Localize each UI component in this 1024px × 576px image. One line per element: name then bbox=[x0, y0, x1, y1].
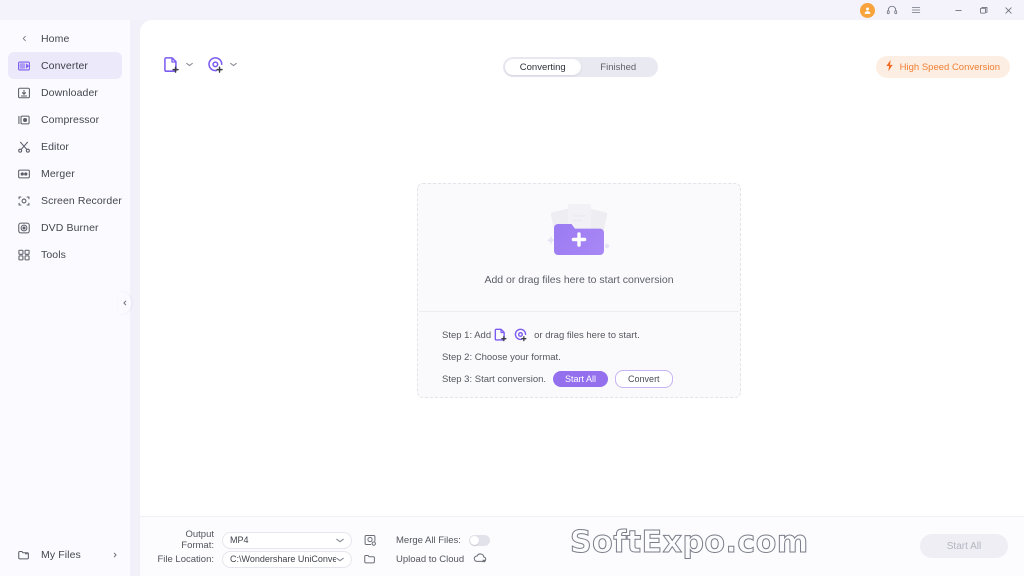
merger-icon bbox=[16, 166, 32, 182]
sidebar-item-screen-recorder[interactable]: Screen Recorder bbox=[8, 187, 122, 214]
tools-icon bbox=[16, 247, 32, 263]
drop-zone-message: Add or drag files here to start conversi… bbox=[484, 274, 674, 286]
converter-icon bbox=[16, 58, 32, 74]
app-window: Home Converter Downloader Compressor Edi… bbox=[0, 0, 1024, 576]
hamburger-menu-icon[interactable] bbox=[908, 3, 923, 18]
upload-to-cloud-label[interactable]: Upload to Cloud bbox=[396, 554, 464, 565]
merge-all-files-toggle[interactable] bbox=[468, 534, 490, 546]
tab-converting[interactable]: Converting bbox=[505, 59, 581, 75]
chevron-down-icon[interactable] bbox=[230, 62, 237, 69]
sidebar-item-dvd-burner[interactable]: DVD Burner bbox=[8, 214, 122, 241]
drop-card[interactable]: Add or drag files here to start conversi… bbox=[417, 183, 741, 398]
steps-list: Step 1: Add or drag files here to start.… bbox=[418, 312, 740, 389]
sidebar-item-label: Editor bbox=[41, 140, 70, 153]
toggle-knob bbox=[469, 535, 479, 545]
open-folder-icon[interactable] bbox=[362, 551, 378, 567]
sidebar-item-label: Home bbox=[41, 32, 70, 45]
sidebar-item-label: Tools bbox=[41, 248, 67, 261]
file-location-value: C:\Wondershare UniConverter 1 bbox=[230, 554, 336, 564]
step-1-prefix: Step 1: Add bbox=[442, 329, 492, 341]
add-disc-button[interactable] bbox=[206, 55, 237, 75]
chevron-left-icon bbox=[16, 31, 32, 47]
file-location-row: File Location: C:\Wondershare UniConvert… bbox=[152, 550, 490, 568]
sidebar-item-my-files[interactable]: My Files bbox=[0, 540, 130, 570]
add-disc-icon bbox=[206, 55, 226, 75]
view-tabs: Converting Finished bbox=[503, 57, 658, 77]
chevron-right-icon bbox=[112, 551, 118, 560]
sidebar-item-label: DVD Burner bbox=[41, 221, 99, 234]
bottom-bar: Output Format: MP4 Merge All Files: File… bbox=[140, 516, 1024, 576]
format-settings-icon[interactable] bbox=[362, 532, 378, 548]
sidebar-item-label: Converter bbox=[41, 59, 89, 72]
sidebar-item-label: Compressor bbox=[41, 113, 100, 126]
sidebar-item-home[interactable]: Home bbox=[8, 25, 122, 52]
output-format-value: MP4 bbox=[230, 535, 249, 545]
drop-zone[interactable]: Add or drag files here to start conversi… bbox=[418, 184, 740, 311]
chevron-down-icon bbox=[336, 554, 344, 564]
tab-finished[interactable]: Finished bbox=[581, 59, 657, 75]
cloud-upload-icon[interactable] bbox=[472, 550, 490, 568]
add-file-button[interactable] bbox=[162, 55, 193, 75]
sidebar-item-tools[interactable]: Tools bbox=[8, 241, 122, 268]
downloader-icon bbox=[16, 85, 32, 101]
step-1-suffix: or drag files here to start. bbox=[534, 329, 640, 341]
chevron-down-icon[interactable] bbox=[186, 62, 193, 69]
sidebar-item-label: Downloader bbox=[41, 86, 99, 99]
folder-plus-illustration bbox=[524, 198, 634, 270]
toolbar: Converting Finished High Speed Conversio… bbox=[140, 20, 1024, 78]
start-all-pill-button[interactable]: Start All bbox=[553, 371, 609, 387]
titlebar bbox=[0, 0, 1024, 20]
sidebar-item-label: Merger bbox=[41, 167, 75, 180]
file-location-select[interactable]: C:\Wondershare UniConverter 1 bbox=[222, 550, 352, 568]
user-avatar-icon[interactable] bbox=[860, 2, 875, 18]
output-format-row: Output Format: MP4 Merge All Files: bbox=[152, 529, 490, 551]
minimize-icon[interactable] bbox=[950, 2, 966, 18]
lightning-bolt-icon bbox=[884, 59, 895, 75]
sidebar-nav: Home Converter Downloader Compressor Edi… bbox=[0, 25, 130, 268]
titlebar-actions bbox=[860, 2, 1016, 18]
editor-icon bbox=[16, 139, 32, 155]
step-3-label: Step 3: Start conversion. bbox=[442, 373, 547, 385]
sidebar-item-downloader[interactable]: Downloader bbox=[8, 79, 122, 106]
step-3: Step 3: Start conversion. Start All Conv… bbox=[442, 369, 716, 389]
sidebar: Home Converter Downloader Compressor Edi… bbox=[0, 20, 130, 576]
output-format-select[interactable]: MP4 bbox=[222, 531, 352, 549]
file-location-label: File Location: bbox=[157, 553, 214, 565]
main-panel: Converting Finished High Speed Conversio… bbox=[140, 20, 1024, 576]
step-2: Step 2: Choose your format. bbox=[442, 351, 561, 363]
sidebar-item-converter[interactable]: Converter bbox=[8, 52, 122, 79]
convert-pill-button[interactable]: Convert bbox=[615, 370, 673, 388]
add-file-icon bbox=[162, 55, 182, 75]
start-all-button[interactable]: Start All bbox=[920, 534, 1008, 558]
output-format-label: Output Format: bbox=[181, 529, 214, 551]
add-disc-icon[interactable] bbox=[513, 327, 529, 343]
screen-recorder-icon bbox=[16, 193, 32, 209]
add-file-icon[interactable] bbox=[493, 327, 509, 343]
sidebar-item-merger[interactable]: Merger bbox=[8, 160, 122, 187]
sidebar-item-label: Screen Recorder bbox=[41, 194, 122, 207]
close-icon[interactable] bbox=[1000, 2, 1016, 18]
high-speed-conversion-badge[interactable]: High Speed Conversion bbox=[875, 56, 1010, 78]
high-speed-label: High Speed Conversion bbox=[899, 61, 1000, 73]
watermark: SoftExpo.com bbox=[570, 525, 809, 561]
merge-all-files-label: Merge All Files: bbox=[396, 534, 461, 546]
headset-icon[interactable] bbox=[884, 3, 899, 18]
step-1: Step 1: Add or drag files here to start. bbox=[442, 325, 716, 345]
dvd-burner-icon bbox=[16, 220, 32, 236]
chevron-down-icon bbox=[336, 535, 344, 545]
sidebar-item-compressor[interactable]: Compressor bbox=[8, 106, 122, 133]
maximize-icon[interactable] bbox=[975, 2, 991, 18]
compressor-icon bbox=[16, 112, 32, 128]
sidebar-item-label: My Files bbox=[41, 549, 81, 561]
sidebar-item-editor[interactable]: Editor bbox=[8, 133, 122, 160]
folder-icon bbox=[16, 547, 32, 563]
